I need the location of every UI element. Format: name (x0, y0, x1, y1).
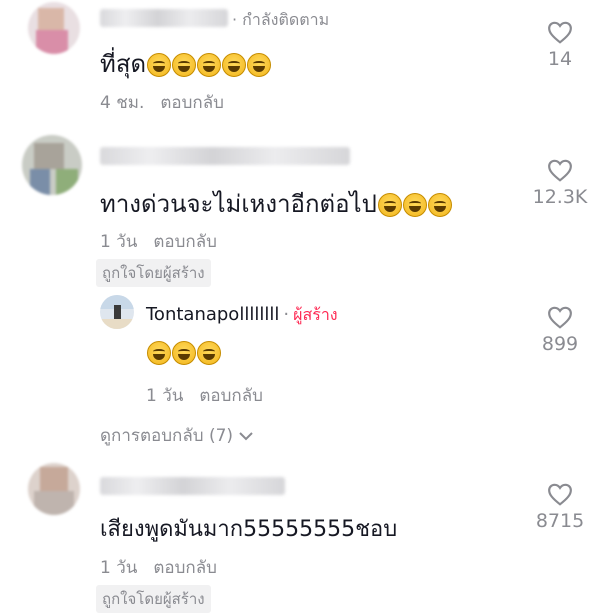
grinning-emoji-icon (172, 341, 196, 365)
chevron-down-icon (239, 432, 254, 441)
heart-outline-icon (548, 306, 572, 329)
reply-button[interactable]: ตอบกลับ (153, 232, 217, 252)
grinning-emoji-icon (147, 53, 172, 77)
blurred-username (100, 147, 350, 165)
like-button[interactable]: 8715 (515, 482, 600, 532)
grinning-emoji-icon (377, 193, 402, 217)
reply-username-row: Tontanapollllllll · ผู้สร้าง (146, 303, 338, 328)
heart-outline-icon (548, 483, 572, 506)
grinning-emoji-icon (247, 53, 272, 77)
grinning-emoji-icon (197, 341, 221, 365)
reply-meta: 1 วัน ตอบกลับ (146, 382, 263, 409)
comment-text-content: ที่สุด (100, 50, 147, 78)
liked-by-creator-badge: ถูกใจโดยผู้สร้าง (96, 585, 211, 613)
grinning-emoji-icon (172, 53, 197, 77)
like-count: 8715 (535, 510, 585, 532)
avatar[interactable] (22, 135, 82, 195)
grinning-emoji-icon (402, 193, 427, 217)
comment-text-content: เสียงพูดมันมาก55555555ชอบ (100, 517, 398, 542)
comment-text: เสียงพูดมันมาก55555555ชอบ (100, 511, 397, 546)
reply-button[interactable]: ตอบกลับ (199, 386, 263, 406)
grinning-emoji-icon (427, 193, 452, 217)
reply-avatar[interactable] (100, 295, 134, 329)
like-count: 899 (541, 333, 579, 355)
reply-button[interactable]: ตอบกลับ (160, 93, 224, 113)
blurred-username (100, 9, 228, 27)
creator-label: ผู้สร้าง (293, 305, 338, 324)
like-count: 12.3K (532, 186, 588, 208)
reply-text (146, 341, 221, 365)
avatar[interactable] (28, 2, 80, 54)
grinning-emoji-icon (222, 53, 247, 77)
blurred-username (100, 477, 285, 495)
like-button[interactable]: 14 (515, 20, 600, 70)
grinning-emoji-icon (197, 53, 222, 77)
liked-by-creator-badge: ถูกใจโดยผู้สร้าง (96, 259, 211, 287)
reply-button[interactable]: ตอบกลับ (153, 558, 217, 578)
reply-username[interactable]: Tontanapollllllll (146, 304, 279, 325)
comment-text: ที่สุด (100, 44, 272, 83)
comment-time: 4 ชม. (100, 93, 145, 113)
comment-item: เสียงพูดมันมาก55555555ชอบ 1 วัน ตอบกลับ ถ… (0, 455, 600, 615)
comment-time: 1 วัน (100, 558, 138, 578)
comment-time: 1 วัน (100, 232, 138, 252)
view-replies-button[interactable]: ดูการตอบกลับ (7) (100, 422, 254, 449)
comment-text: ทางด่วนจะไม่เหงาอีกต่อไป (100, 184, 452, 223)
heart-outline-icon (548, 159, 572, 182)
grinning-emoji-icon (147, 341, 171, 365)
like-button[interactable]: 12.3K (515, 158, 600, 208)
comment-meta: 1 วัน ตอบกลับ (100, 554, 217, 581)
view-replies-label: ดูการตอบกลับ (7) (100, 426, 234, 446)
reply-like-button[interactable]: 899 (515, 305, 600, 355)
following-tag: · กำลังติดตาม (232, 10, 330, 29)
heart-outline-icon (548, 21, 572, 44)
comment-item: ทางด่วนจะไม่เหงาอีกต่อไป 1 วัน ตอบกลับ ถู… (0, 125, 600, 450)
comment-item: · กำลังติดตาม ที่สุด 4 ชม. ตอบกลับ 14 (0, 0, 600, 125)
reply-time: 1 วัน (146, 386, 184, 406)
comment-meta: 1 วัน ตอบกลับ (100, 228, 217, 255)
like-count: 14 (547, 48, 573, 70)
separator-dot: · (283, 304, 290, 325)
avatar[interactable] (28, 463, 80, 515)
comment-text-content: ทางด่วนจะไม่เหงาอีกต่อไป (100, 190, 377, 218)
comment-meta: 4 ชม. ตอบกลับ (100, 89, 224, 116)
